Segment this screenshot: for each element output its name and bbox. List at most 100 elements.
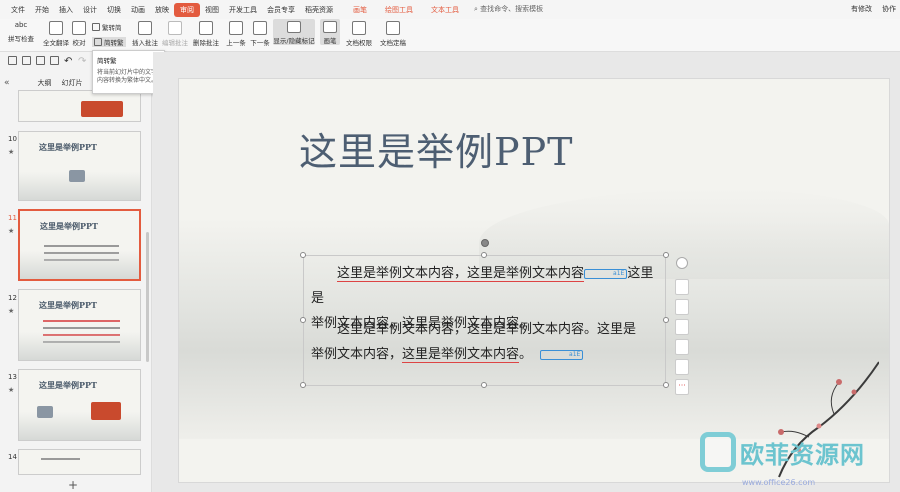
to-simplified-button[interactable]: 简转繁 bbox=[92, 37, 126, 47]
doc-finalize-label: 文档定稿 bbox=[380, 39, 406, 47]
next-comment-button[interactable]: 下一条 bbox=[250, 19, 270, 47]
slide-thumbnail-11[interactable]: 这里是举例PPT bbox=[18, 209, 141, 281]
spell-check-label: 拼写检查 bbox=[8, 35, 34, 43]
resize-handle-tr[interactable] bbox=[663, 252, 669, 258]
ppt-icon bbox=[81, 101, 123, 117]
undo-icon[interactable]: ↶ bbox=[64, 56, 73, 67]
slide-thumbnail-12[interactable]: 这里是举例PPT bbox=[18, 289, 141, 361]
bulb-icon[interactable] bbox=[675, 359, 689, 375]
pen-button[interactable]: 画笔 bbox=[320, 19, 340, 45]
menu-drawing-tools[interactable]: 绘图工具 bbox=[380, 5, 418, 15]
menu-design[interactable]: 设计 bbox=[78, 5, 102, 15]
menu-insert[interactable]: 插入 bbox=[54, 5, 78, 15]
menu-slideshow[interactable]: 放映 bbox=[150, 5, 174, 15]
revision-tag[interactable]: a1E bbox=[540, 349, 584, 360]
menu-member[interactable]: 会员专享 bbox=[262, 5, 300, 15]
to-traditional-button[interactable]: 繁转简 bbox=[92, 22, 122, 32]
thumbnail-title: 这里是举例PPT bbox=[39, 142, 97, 152]
command-search[interactable]: ⌕ 查找命令、搜索模板 bbox=[474, 4, 543, 14]
thumbnail-title: 这里是举例PPT bbox=[39, 300, 97, 310]
collapse-panel-icon[interactable]: « bbox=[4, 78, 10, 88]
prev-comment-label: 上一条 bbox=[226, 39, 246, 47]
eraser-icon[interactable] bbox=[675, 319, 689, 335]
show-hide-label: 显示/隐藏标记 bbox=[273, 37, 315, 45]
to-simplified-label: 简转繁 bbox=[104, 39, 124, 47]
resize-handle-mr[interactable] bbox=[663, 317, 669, 323]
edit-comment-button[interactable]: 编辑批注 bbox=[162, 19, 188, 47]
insert-comment-button[interactable]: 插入批注 bbox=[132, 19, 158, 47]
floating-toolbar: ··· bbox=[675, 279, 691, 395]
prev-comment-button[interactable]: 上一条 bbox=[226, 19, 246, 47]
redo-icon[interactable]: ↷ bbox=[78, 56, 87, 67]
menu-animation[interactable]: 动画 bbox=[126, 5, 150, 15]
slide-canvas[interactable]: 这里是举例PPT 这里是举例文本内容，这里是举例文本内容 a1E 这里是 举例文本内… bbox=[178, 78, 890, 483]
to-traditional-label: 繁转简 bbox=[102, 24, 122, 32]
slide-thumbnail-13[interactable]: 这里是举例PPT bbox=[18, 369, 141, 441]
ppt-icon bbox=[91, 402, 121, 420]
doc-finalize-button[interactable]: 文档定稿 bbox=[378, 19, 408, 47]
menu-file[interactable]: 文件 bbox=[6, 5, 30, 15]
watermark-text: 欧菲资源网 bbox=[740, 440, 865, 469]
pen-icon bbox=[323, 21, 337, 33]
menu-text-tools[interactable]: 文本工具 bbox=[426, 5, 464, 15]
slide-thumbnail-9[interactable] bbox=[18, 90, 141, 122]
tab-slides[interactable]: 幻灯片 bbox=[62, 78, 83, 88]
modified-status[interactable]: 有修改 bbox=[851, 4, 872, 14]
resize-handle-ml[interactable] bbox=[300, 317, 306, 323]
tooltip-title: 简转繁 bbox=[97, 57, 117, 65]
prev-comment-icon bbox=[229, 21, 243, 35]
ppt-icon bbox=[69, 170, 85, 182]
paragraph-1-underlined: 这里是举例文本内容，这里是举例文本内容 bbox=[337, 266, 585, 282]
square-icon[interactable] bbox=[675, 339, 689, 355]
menu-docer[interactable]: 稻壳资源 bbox=[300, 5, 338, 15]
thumbnail-scrollbar[interactable] bbox=[146, 232, 149, 362]
resize-handle-bc[interactable] bbox=[481, 382, 487, 388]
resize-handle-br[interactable] bbox=[663, 382, 669, 388]
slide-number-13: 13 bbox=[8, 373, 17, 381]
proofread-button[interactable]: 校对 bbox=[72, 19, 86, 47]
menu-transition[interactable]: 切换 bbox=[102, 5, 126, 15]
doc-permission-label: 文档权限 bbox=[346, 39, 372, 47]
search-icon: ⌕ bbox=[474, 5, 478, 13]
menu-pen[interactable]: 画笔 bbox=[348, 5, 372, 15]
resize-handle-bl[interactable] bbox=[300, 382, 306, 388]
preview-icon[interactable] bbox=[50, 56, 59, 65]
show-hide-markup-button[interactable]: 显示/隐藏标记 bbox=[273, 19, 315, 45]
tab-outline[interactable]: 大纲 bbox=[38, 78, 52, 88]
export-pdf-icon[interactable] bbox=[22, 56, 31, 65]
spell-check-button[interactable]: abc 拼写检查 bbox=[6, 19, 36, 43]
paragraph-2[interactable]: 这里是举例文本内容，这里是举例文本内容。这里是 举例文本内容，这里是举例文本内容… bbox=[311, 317, 663, 367]
eye-icon bbox=[287, 21, 301, 33]
menu-developer[interactable]: 开发工具 bbox=[224, 5, 262, 15]
slide-thumbnail-10[interactable]: 这里是举例PPT bbox=[18, 131, 141, 201]
print-icon[interactable] bbox=[36, 56, 45, 65]
menu-review[interactable]: 审阅 bbox=[174, 2, 200, 17]
watermark-url: www.office26.com bbox=[742, 478, 816, 487]
translate-icon bbox=[49, 21, 63, 35]
resize-handle-tl[interactable] bbox=[300, 252, 306, 258]
paragraph-2-underlined: 这里是举例文本内容 bbox=[402, 347, 520, 363]
search-placeholder: 查找命令、搜索模板 bbox=[480, 5, 544, 13]
pen-icon[interactable] bbox=[675, 299, 689, 315]
rotate-handle[interactable] bbox=[481, 239, 489, 247]
slide-title[interactable]: 这里是举例PPT bbox=[299, 121, 573, 176]
slide-thumbnail-14[interactable] bbox=[18, 449, 141, 475]
menu-home[interactable]: 开始 bbox=[30, 5, 54, 15]
collaborate-button[interactable]: 协作 bbox=[882, 4, 896, 14]
save-icon[interactable] bbox=[8, 56, 17, 65]
doc-permission-button[interactable]: 文档权限 bbox=[346, 19, 372, 47]
delete-comment-button[interactable]: 删除批注 bbox=[192, 19, 220, 47]
slide-number-10: 10 bbox=[8, 135, 17, 143]
layers-icon[interactable] bbox=[675, 279, 689, 295]
collapse-icon[interactable] bbox=[676, 257, 688, 269]
revision-tag[interactable]: a1E bbox=[584, 268, 628, 279]
translate-button[interactable]: 全文翻译 bbox=[42, 19, 70, 47]
watermark-logo-icon bbox=[700, 432, 736, 472]
more-icon[interactable]: ··· bbox=[675, 379, 689, 395]
resize-handle-tc[interactable] bbox=[481, 252, 487, 258]
proofread-label: 校对 bbox=[72, 39, 86, 47]
menu-view[interactable]: 视图 bbox=[200, 5, 224, 15]
comment-plus-icon bbox=[138, 21, 152, 35]
add-slide-button[interactable]: + bbox=[68, 478, 78, 492]
thumbnail-title: 这里是举例PPT bbox=[40, 221, 98, 231]
